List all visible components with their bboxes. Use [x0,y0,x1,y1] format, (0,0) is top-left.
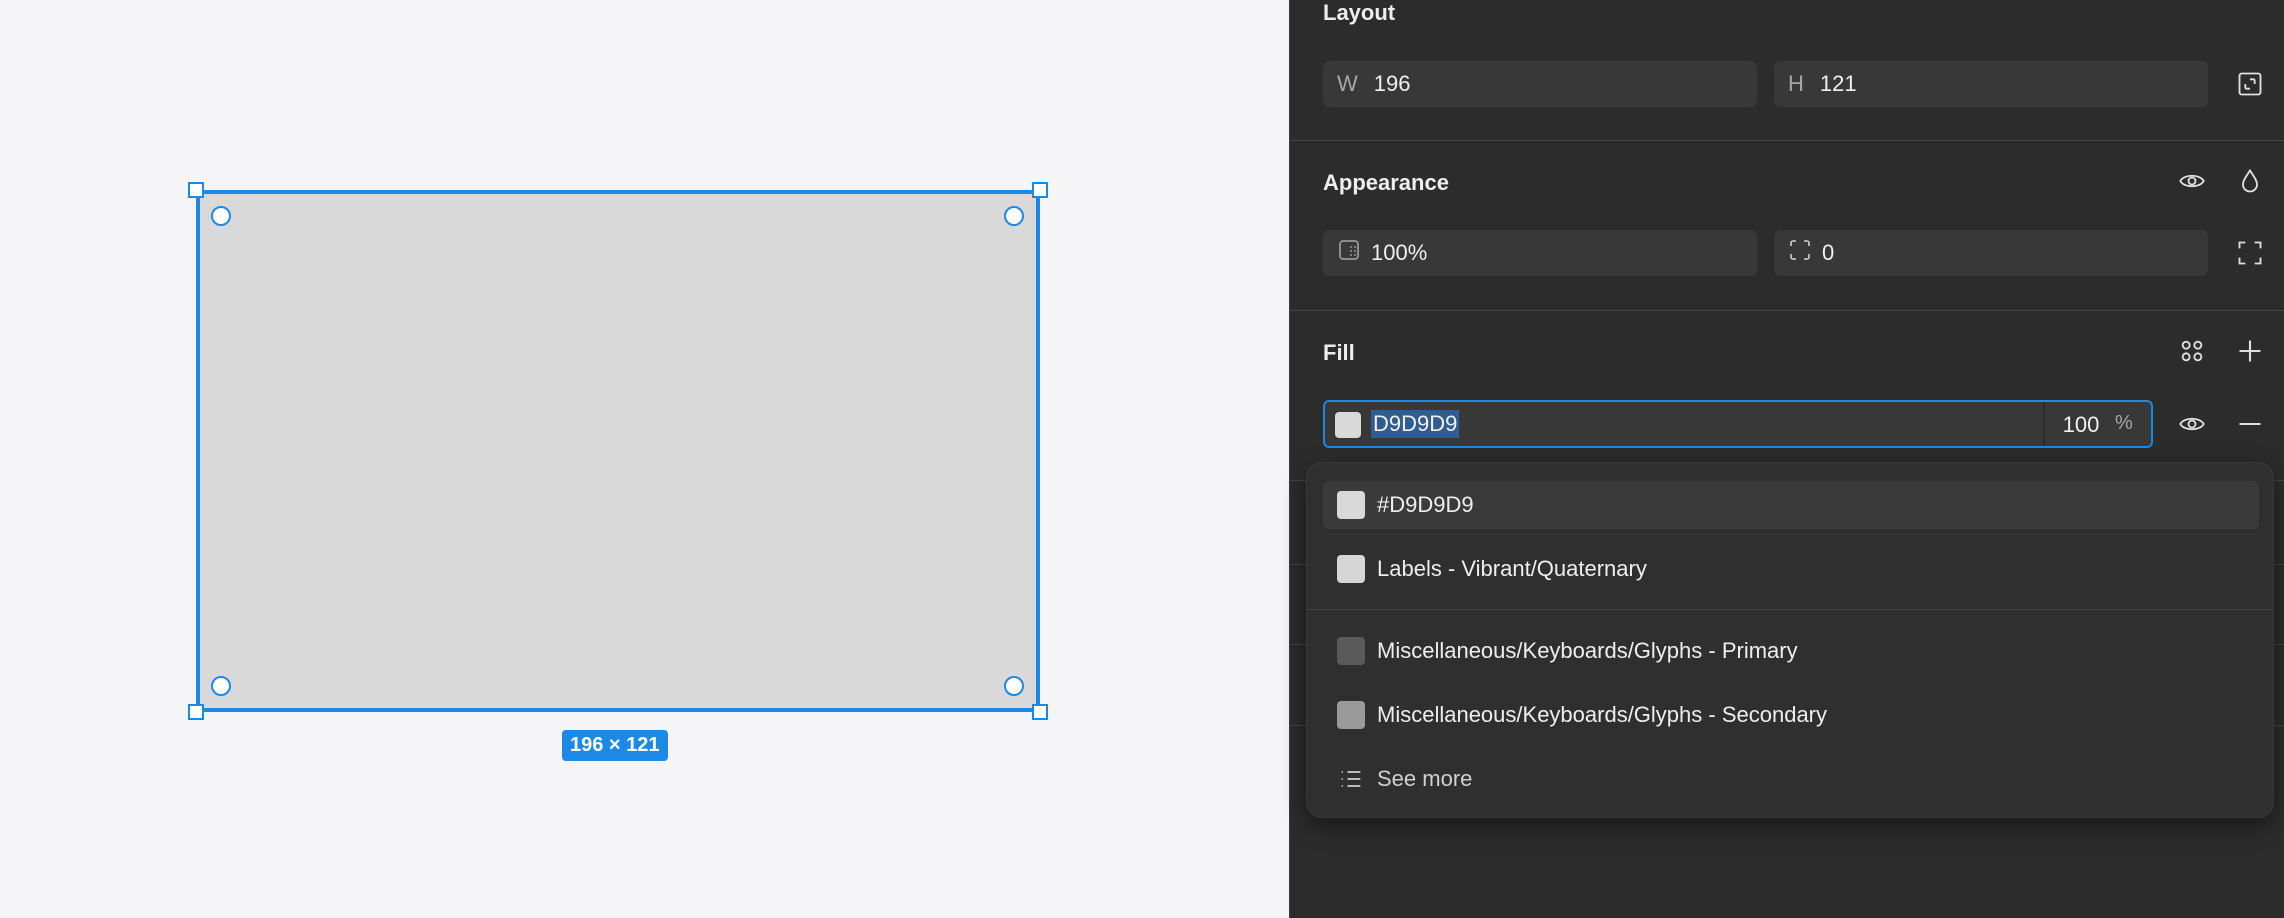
dropdown-item-labels-vibrant-quaternary[interactable]: Labels - Vibrant/Quaternary [1323,545,2259,593]
opacity-value: 100% [1371,240,1428,265]
opacity-field[interactable]: 100% [1323,230,1757,276]
fill-title: Fill [1323,340,1355,365]
resize-handle-top-left[interactable] [188,182,204,198]
see-more-label: See more [1377,766,1473,791]
selected-rectangle[interactable] [196,190,1040,712]
width-prefix: W [1337,71,1358,96]
opacity-icon [1337,238,1361,268]
independent-corners-icon[interactable] [2234,237,2266,269]
height-field[interactable]: H 121 [1774,61,2208,107]
color-suggestions-dropdown: #D9D9D9 Labels - Vibrant/Quaternary Misc… [1306,462,2274,818]
corner-radius-handle-top-right[interactable] [1004,206,1024,226]
dropdown-item-glyphs-secondary[interactable]: Miscellaneous/Keyboards/Glyphs - Seconda… [1323,691,2259,739]
width-field[interactable]: W 196 [1323,61,1757,107]
styles-grid-icon[interactable] [2176,335,2208,367]
fill-swatch[interactable] [1335,412,1361,438]
list-icon [1337,765,1365,793]
swatch-icon [1337,491,1365,519]
appearance-title: Appearance [1323,170,1449,195]
dropdown-item-label: Labels - Vibrant/Quaternary [1377,556,1647,581]
corner-radius-field[interactable]: 0 [1774,230,2208,276]
appearance-section: Appearance 100% 0 [1290,141,2284,311]
corner-radius-handle-bottom-right[interactable] [1004,676,1024,696]
dropdown-item-label: Miscellaneous/Keyboards/Glyphs - Seconda… [1377,702,1828,727]
fill-divider [2043,402,2045,446]
add-fill-plus-icon[interactable] [2234,335,2266,367]
corner-radius-icon [1788,238,1812,268]
corner-radius-value: 0 [1822,240,1835,265]
dropdown-divider [1307,609,2273,610]
layout-section: Layout W 196 H 121 [1290,0,2284,141]
constrain-proportions-icon[interactable] [2234,68,2266,100]
dimension-label: 196 × 121 [562,730,668,761]
fill-opacity-value[interactable]: 100 [2053,412,2109,438]
width-value: 196 [1373,71,1411,96]
corner-radius-handle-bottom-left[interactable] [211,676,231,696]
remove-fill-minus-icon[interactable] [2234,408,2266,440]
fill-section: Fill [1290,311,2284,481]
swatch-icon [1337,701,1365,729]
layout-title: Layout [1323,0,1396,25]
dropdown-item-label: Miscellaneous/Keyboards/Glyphs - Primary [1377,638,1798,663]
resize-handle-top-right[interactable] [1032,182,1048,198]
height-value: 121 [1819,71,1857,96]
blend-mode-drop-icon[interactable] [2234,165,2266,197]
dropdown-item-label: #D9D9D9 [1377,492,1474,517]
corner-radius-handle-top-left[interactable] [211,206,231,226]
fill-hex-value[interactable]: D9D9D9 [1371,410,1460,438]
visibility-eye-icon[interactable] [2176,165,2208,197]
dropdown-item-glyphs-primary[interactable]: Miscellaneous/Keyboards/Glyphs - Primary [1323,627,2259,675]
swatch-icon [1337,555,1365,583]
fill-visibility-eye-icon[interactable] [2176,408,2208,440]
fill-color-input[interactable]: D9D9D9 100 % [1323,400,2153,448]
fill-percent-symbol: % [2115,412,2133,434]
swatch-icon [1337,637,1365,665]
see-more-link[interactable]: See more [1323,755,2259,803]
design-canvas[interactable]: 196 × 121 [0,0,1289,918]
resize-handle-bottom-left[interactable] [188,704,204,720]
resize-handle-bottom-right[interactable] [1032,704,1048,720]
height-prefix: H [1788,71,1804,96]
dropdown-item-hex[interactable]: #D9D9D9 [1323,481,2259,529]
